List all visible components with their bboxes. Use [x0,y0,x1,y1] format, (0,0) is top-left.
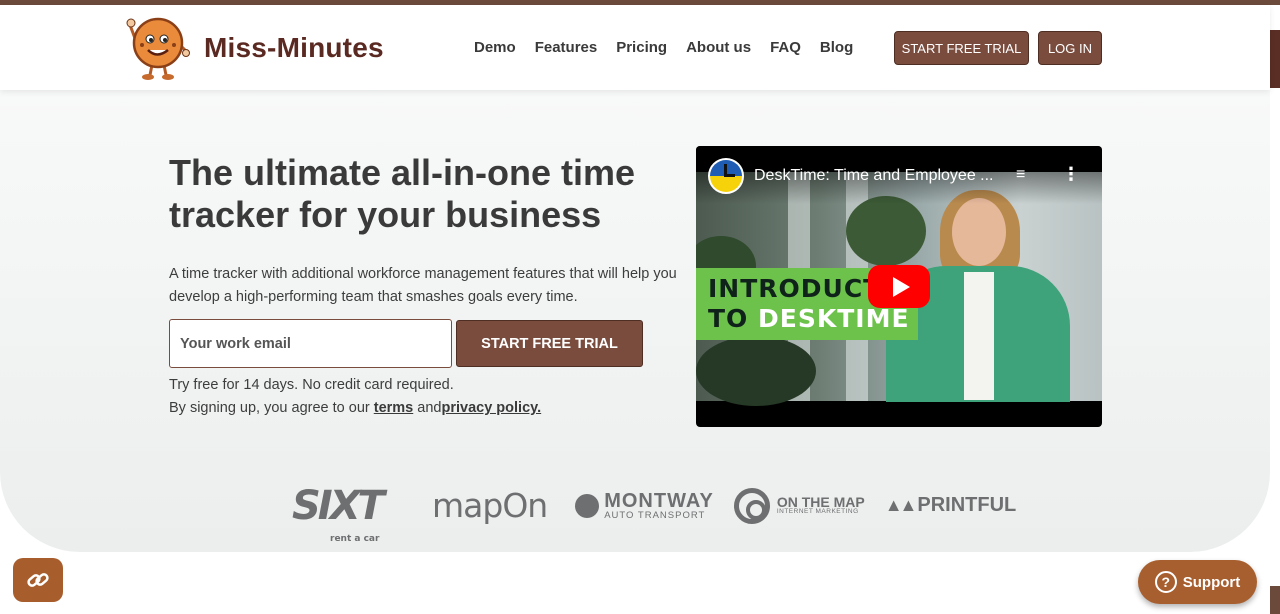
terms-note: By signing up, you agree to our terms an… [169,400,541,416]
privacy-link[interactable]: privacy policy. [441,400,541,416]
nav-features[interactable]: Features [535,39,598,56]
email-field[interactable] [169,319,452,368]
intro-line-2: TO DESKTIME [708,304,910,333]
clock-mascot-icon [126,17,190,80]
playlist-icon[interactable]: ≡ [1016,166,1034,184]
logo[interactable]: Miss-Minutes [126,15,384,81]
intro-line-2b: DESKTIME [758,304,910,333]
plant [846,196,926,266]
start-trial-button[interactable]: START FREE TRIAL [456,320,643,367]
hero-title: The ultimate all-in-one time tracker for… [169,152,636,235]
edge-tab-bottom [1270,586,1280,614]
question-icon: ? [1154,571,1177,593]
montway-icon [575,493,600,518]
main-nav: Demo Features Pricing About us FAQ Blog [474,39,853,56]
onthemap-icon [733,487,770,524]
onthemap-tagline: INTERNET MARKETING [776,508,859,516]
video-title[interactable]: DeskTime: Time and Employee ... [754,167,994,185]
trial-note: Try free for 14 days. No credit card req… [169,377,454,393]
intro-line-1: INTRODUCTI [708,274,892,303]
hero-subtitle: A time tracker with additional workforce… [169,266,677,305]
montway-tagline: AUTO TRANSPORT [604,509,706,521]
login-button[interactable]: LOG IN [1038,31,1102,65]
sixt-wordmark: SIXT [292,482,385,529]
printful-wordmark: PRINTFUL [917,494,1017,516]
montway-wordmark: MONTWAY [604,489,714,512]
intro-line-2a: TO [708,304,759,333]
presenter-shirt [964,272,994,400]
presenter-face [952,198,1006,266]
nav-demo[interactable]: Demo [474,39,516,56]
play-icon[interactable] [868,265,930,308]
sixt-tagline: rent a car [330,533,380,544]
nav-faq[interactable]: FAQ [770,39,801,56]
terms-and: and [413,400,442,416]
more-options-icon[interactable]: ⋮ [1062,164,1080,185]
edge-tab [1270,30,1280,88]
terms-prefix: By signing up, you agree to our [169,400,374,416]
montway-logo: MONTWAY AUTO TRANSPORT [575,491,714,521]
link-button[interactable] [13,558,63,602]
nav-blog[interactable]: Blog [820,39,853,56]
nav-about-us[interactable]: About us [686,39,751,56]
channel-avatar-icon[interactable] [708,158,744,194]
plant [696,336,816,406]
terms-link[interactable]: terms [374,400,414,416]
mapon-logo: mapOn [432,486,548,525]
link-icon [27,573,49,587]
support-button[interactable]: ? Support [1138,560,1257,604]
printful-icon: ▲▲ [884,495,918,515]
nav-pricing[interactable]: Pricing [616,39,667,56]
client-logos: SIXT rent a car mapOn MONTWAY AUTO TRANSPO… [292,482,1017,544]
printful-logo: ▲▲ PRINTFUL [885,494,1017,517]
video-player[interactable]: INTRODUCTI TO DESKTIME DeskTime: Time an… [696,146,1102,427]
site-header: Miss-Minutes Demo Features Pricing About… [0,5,1270,90]
brand-name: Miss-Minutes [204,32,384,63]
onthemap-logo: ON THE MAP INTERNET MARKETING [733,487,865,524]
header-start-trial-button[interactable]: START FREE TRIAL [894,31,1029,65]
support-label: Support [1182,573,1241,591]
onthemap-wordmark: ON THE MAP [776,494,865,511]
sixt-logo: SIXT rent a car [292,482,386,544]
